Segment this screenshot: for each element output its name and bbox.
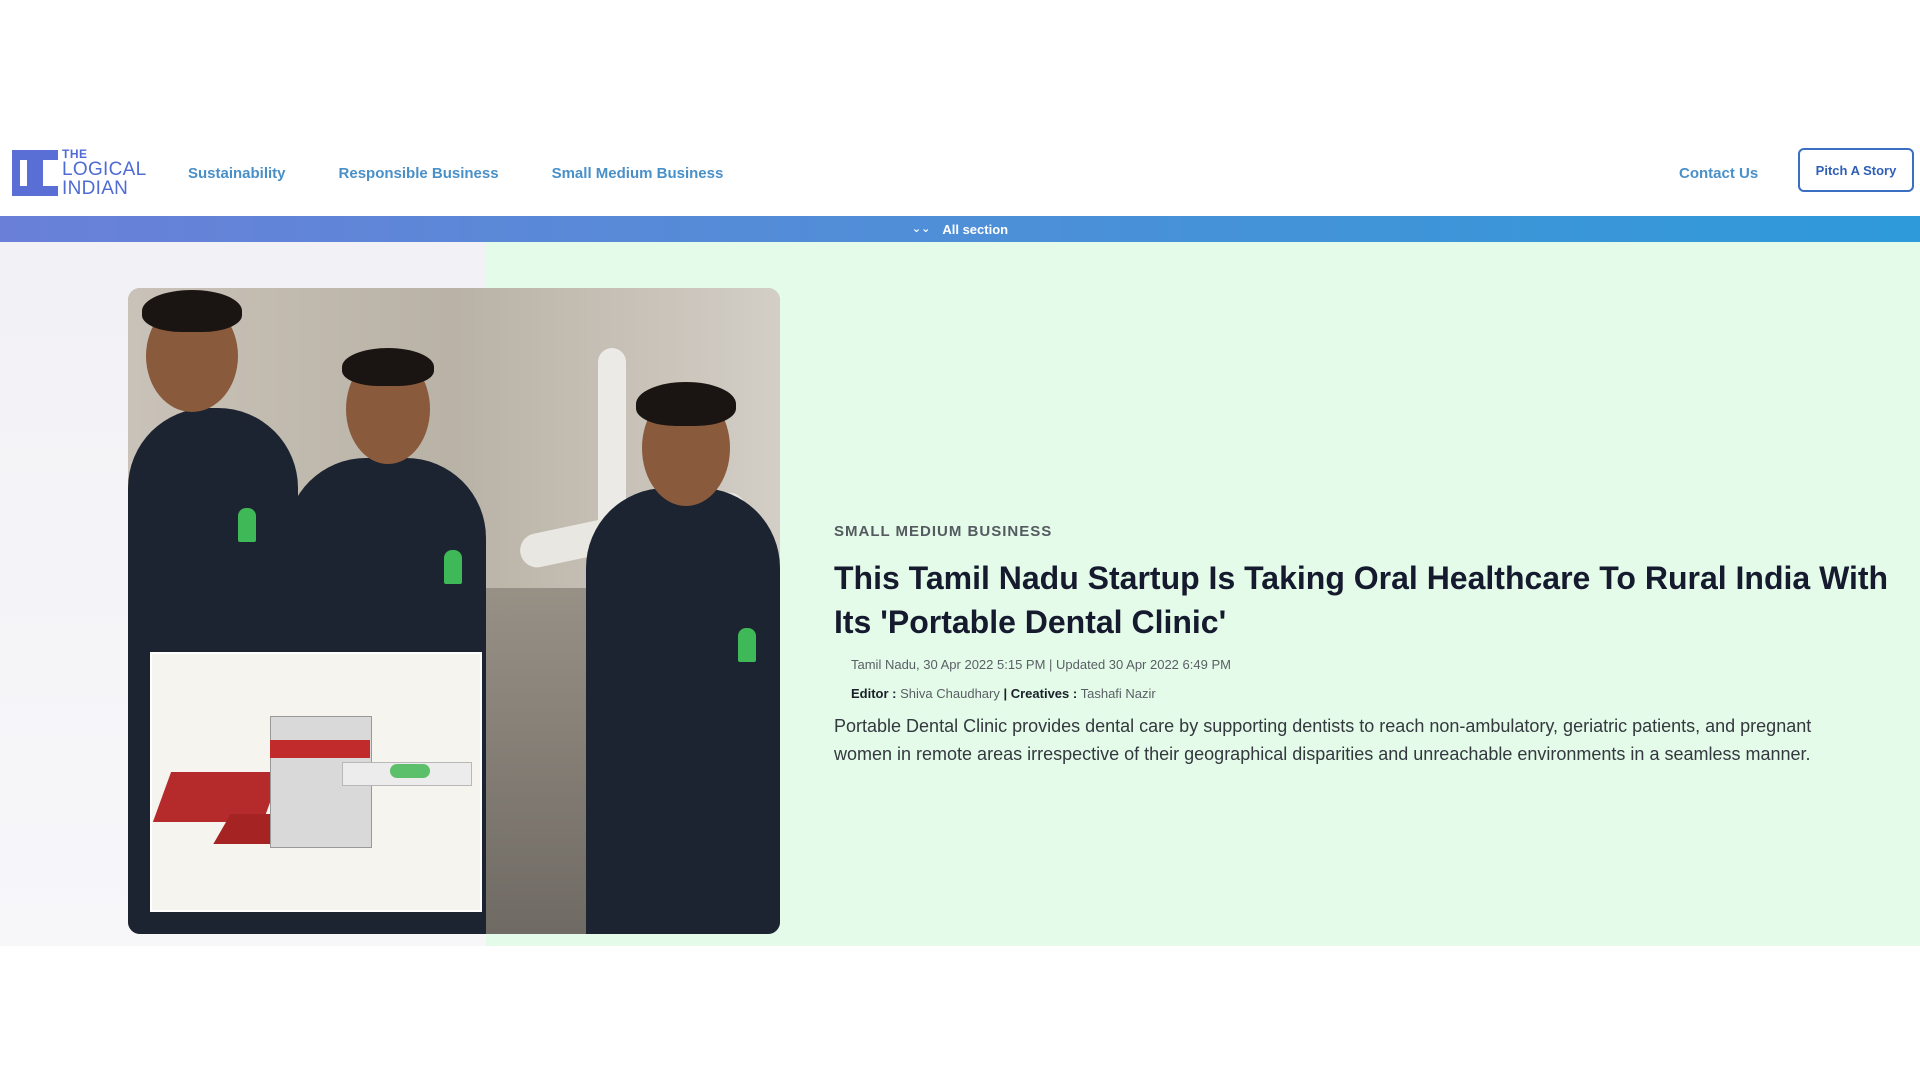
- site-header: THE LOGICAL INDIAN Sustainability Respon…: [0, 130, 1920, 216]
- image-shirt-logo-left: [238, 508, 256, 542]
- editor-name[interactable]: Shiva Chaudhary: [900, 686, 1000, 701]
- pitch-a-story-button[interactable]: Pitch A Story: [1798, 148, 1914, 192]
- image-hair-left: [142, 290, 242, 332]
- main-nav: Sustainability Responsible Business Smal…: [188, 130, 776, 216]
- all-section-bar[interactable]: ⌄⌄ All section: [0, 216, 1920, 242]
- portable-dental-clinic-inset-image: [150, 652, 482, 912]
- all-section-label: All section: [942, 221, 1009, 237]
- logo[interactable]: THE LOGICAL INDIAN: [12, 148, 146, 198]
- article-credits: Editor : Shiva Chaudhary | Creatives : T…: [851, 686, 1156, 701]
- double-chevron-down-icon: ⌄⌄: [911, 222, 931, 235]
- creatives-name[interactable]: Tashafi Nazir: [1081, 686, 1156, 701]
- article-location: Tamil Nadu,: [851, 657, 920, 672]
- article-updated-date: | Updated 30 Apr 2022 6:49 PM: [1049, 657, 1231, 672]
- image-hair-right: [636, 382, 736, 426]
- image-shirt-logo-middle: [444, 550, 462, 584]
- image-shirt-logo-right: [738, 628, 756, 662]
- logo-mark-icon: [12, 150, 58, 196]
- image-person-right: [586, 488, 780, 934]
- logo-wordmark: THE LOGICAL INDIAN: [62, 148, 146, 198]
- logo-line-3: INDIAN: [62, 178, 129, 199]
- editor-label: Editor :: [851, 686, 897, 701]
- image-hair-middle: [342, 348, 434, 386]
- inset-clinic-tray-accent: [390, 764, 430, 778]
- contact-us-link[interactable]: Contact Us: [1679, 165, 1758, 182]
- nav-link-small-medium-business[interactable]: Small Medium Business: [552, 165, 724, 182]
- article-category[interactable]: SMALL MEDIUM BUSINESS: [834, 523, 1052, 540]
- article-title[interactable]: This Tamil Nadu Startup Is Taking Oral H…: [834, 556, 1894, 644]
- nav-link-responsible-business[interactable]: Responsible Business: [339, 165, 499, 182]
- article-meta: Tamil Nadu, 30 Apr 2022 5:15 PM | Update…: [851, 657, 1231, 672]
- inset-clinic-unit-top: [270, 740, 370, 758]
- article-published-date: 30 Apr 2022 5:15 PM: [923, 657, 1046, 672]
- logo-line-2: LOGICAL: [62, 159, 147, 180]
- article-hero-image[interactable]: [128, 288, 780, 934]
- creatives-label: | Creatives :: [1003, 686, 1078, 701]
- contact-wrapper: Contact Us: [1679, 130, 1758, 216]
- nav-link-sustainability[interactable]: Sustainability: [188, 165, 286, 182]
- article-summary: Portable Dental Clinic provides dental c…: [834, 716, 1812, 764]
